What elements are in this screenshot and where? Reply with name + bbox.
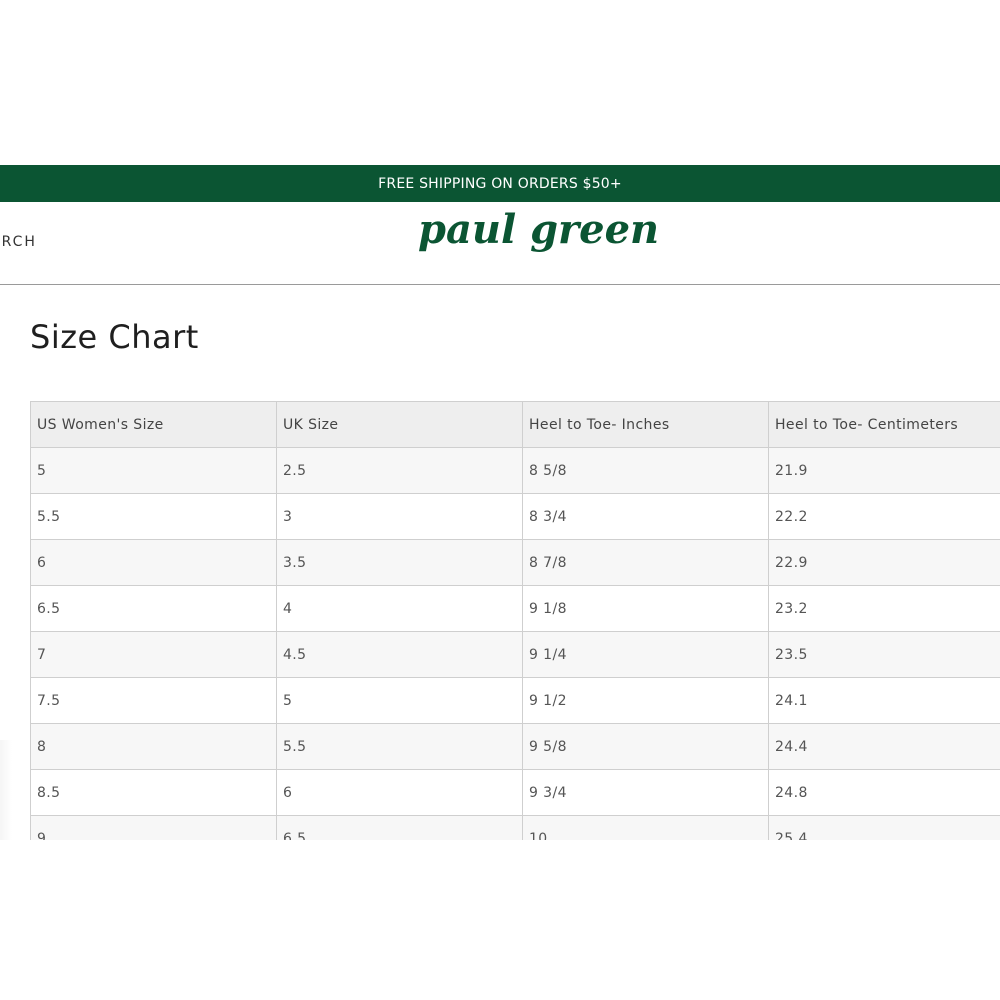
table-cell: 6.5 bbox=[276, 815, 523, 840]
table-cell: 7 bbox=[30, 631, 277, 678]
table-cell: 25.4 bbox=[768, 815, 1000, 840]
table-cell: 8 5/8 bbox=[522, 447, 769, 494]
table-row: 6.5 4 9 1/8 23.2 bbox=[30, 585, 1000, 632]
table-row: 8 5.5 9 5/8 24.4 bbox=[30, 723, 1000, 770]
table-cell: 23.5 bbox=[768, 631, 1000, 678]
table-cell: 8 bbox=[30, 723, 277, 770]
page-title: Size Chart bbox=[30, 318, 199, 356]
table-row: 5.5 3 8 3/4 22.2 bbox=[30, 493, 1000, 540]
table-cell: 4.5 bbox=[276, 631, 523, 678]
table-row: 9 6.5 10 25.4 bbox=[30, 815, 1000, 840]
table-cell: 6 bbox=[276, 769, 523, 816]
header-heel-to-toe-inches: Heel to Toe- Inches bbox=[522, 401, 769, 448]
table-cell: 8 7/8 bbox=[522, 539, 769, 586]
table-cell: 9 1/4 bbox=[522, 631, 769, 678]
table-cell: 9 1/8 bbox=[522, 585, 769, 632]
table-cell: 3 bbox=[276, 493, 523, 540]
brand-logo[interactable]: paul green bbox=[418, 210, 659, 250]
table-cell: 6.5 bbox=[30, 585, 277, 632]
table-cell: 24.8 bbox=[768, 769, 1000, 816]
table-row: 8.5 6 9 3/4 24.8 bbox=[30, 769, 1000, 816]
table-cell: 9 1/2 bbox=[522, 677, 769, 724]
table-cell: 3.5 bbox=[276, 539, 523, 586]
table-row: 6 3.5 8 7/8 22.9 bbox=[30, 539, 1000, 586]
table-cell: 2.5 bbox=[276, 447, 523, 494]
table-cell: 5 bbox=[30, 447, 277, 494]
search-link[interactable]: ARCH bbox=[0, 234, 37, 250]
table-cell: 23.2 bbox=[768, 585, 1000, 632]
table-cell: 8.5 bbox=[30, 769, 277, 816]
table-cell: 4 bbox=[276, 585, 523, 632]
table-cell: 8 3/4 bbox=[522, 493, 769, 540]
table-cell: 24.4 bbox=[768, 723, 1000, 770]
table-cell: 5.5 bbox=[30, 493, 277, 540]
table-cell: 7.5 bbox=[30, 677, 277, 724]
table-header-row: US Women's Size UK Size Heel to Toe- Inc… bbox=[30, 401, 1000, 448]
table-cell: 21.9 bbox=[768, 447, 1000, 494]
table-cell: 9 3/4 bbox=[522, 769, 769, 816]
page: FREE SHIPPING ON ORDERS $50+ ARCH paul g… bbox=[0, 0, 1000, 1000]
table-cell: 24.1 bbox=[768, 677, 1000, 724]
size-chart-container: US Women's Size UK Size Heel to Toe- Inc… bbox=[30, 401, 1000, 840]
table-cell: 5.5 bbox=[276, 723, 523, 770]
header-uk-size: UK Size bbox=[276, 401, 523, 448]
table-row: 7 4.5 9 1/4 23.5 bbox=[30, 631, 1000, 678]
table-cell: 5 bbox=[276, 677, 523, 724]
table-row: 5 2.5 8 5/8 21.9 bbox=[30, 447, 1000, 494]
table-cell: 10 bbox=[522, 815, 769, 840]
header-us-womens-size: US Women's Size bbox=[30, 401, 277, 448]
edge-shadow bbox=[0, 740, 12, 840]
announcement-text: FREE SHIPPING ON ORDERS $50+ bbox=[378, 175, 622, 192]
table-cell: 22.2 bbox=[768, 493, 1000, 540]
table-cell: 6 bbox=[30, 539, 277, 586]
site-header: ARCH paul green bbox=[0, 202, 1000, 285]
table-cell: 22.9 bbox=[768, 539, 1000, 586]
table-cell: 9 5/8 bbox=[522, 723, 769, 770]
table-cell: 9 bbox=[30, 815, 277, 840]
size-chart-table: US Women's Size UK Size Heel to Toe- Inc… bbox=[30, 401, 1000, 840]
header-heel-to-toe-centimeters: Heel to Toe- Centimeters bbox=[768, 401, 1000, 448]
announcement-bar: FREE SHIPPING ON ORDERS $50+ bbox=[0, 165, 1000, 202]
table-row: 7.5 5 9 1/2 24.1 bbox=[30, 677, 1000, 724]
